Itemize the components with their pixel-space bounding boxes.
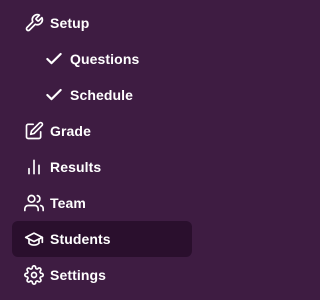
sidebar-item-grade[interactable]: Grade: [12, 113, 192, 149]
sidebar-item-label: Schedule: [70, 87, 134, 103]
sidebar-item-results[interactable]: Results: [12, 149, 192, 185]
sidebar-item-setup[interactable]: Setup: [12, 5, 192, 41]
sidebar-item-schedule[interactable]: Schedule: [12, 77, 192, 113]
check-icon: [44, 49, 64, 69]
sidebar-item-label: Students: [50, 231, 111, 247]
sidebar-item-team[interactable]: Team: [12, 185, 192, 221]
sidebar-item-label: Grade: [50, 123, 91, 139]
sidebar-item-settings[interactable]: Settings: [12, 257, 192, 293]
bar-chart-icon: [24, 157, 44, 177]
edit-icon: [24, 121, 44, 141]
sidebar-item-label: Setup: [50, 15, 90, 31]
users-icon: [24, 193, 44, 213]
sidebar-item-questions[interactable]: Questions: [12, 41, 192, 77]
sidebar-item-label: Settings: [50, 267, 107, 283]
sidebar-item-label: Results: [50, 159, 102, 175]
sidebar-nav: Setup Questions Schedule Grade Results T…: [0, 0, 202, 300]
sidebar-item-label: Team: [50, 195, 86, 211]
gear-icon: [24, 265, 44, 285]
graduation-cap-icon: [24, 229, 44, 249]
wrench-icon: [24, 13, 44, 33]
check-icon: [44, 85, 64, 105]
sidebar-item-students[interactable]: Students: [12, 221, 192, 257]
sidebar-item-label: Questions: [70, 51, 140, 67]
